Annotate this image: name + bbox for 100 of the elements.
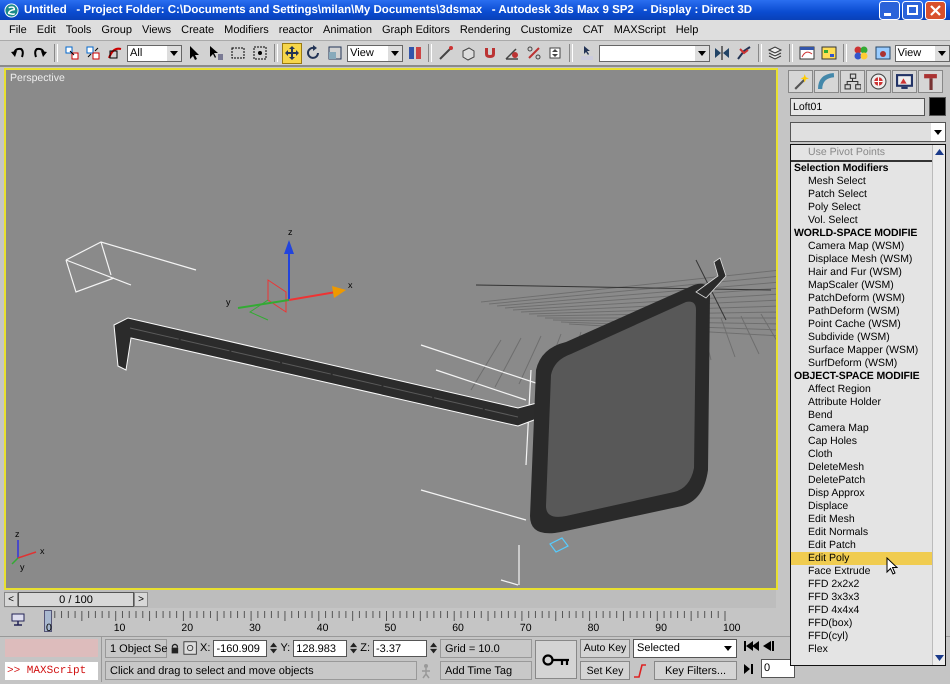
modifier-item[interactable]: Cloth	[791, 448, 932, 461]
modifier-item[interactable]: DeleteMesh	[791, 461, 932, 474]
toolbar-dropdown[interactable]: All	[127, 44, 182, 62]
menu-item[interactable]: Rendering	[454, 24, 516, 36]
move-button[interactable]	[282, 42, 302, 64]
frame-indicator[interactable]	[44, 610, 52, 632]
modifier-item[interactable]: Surface Mapper (WSM)	[791, 344, 932, 357]
coordinate-field[interactable]: 128.983	[293, 640, 348, 657]
dashed-rectangle-icon	[230, 45, 246, 61]
toolbar-dropdown[interactable]: View	[347, 44, 403, 62]
modifier-item[interactable]: FFD(box)	[791, 617, 932, 630]
hierarchy-icon	[844, 73, 861, 90]
frame-number: 60	[452, 622, 464, 634]
modifier-item[interactable]: FFD 3x3x3	[791, 591, 932, 604]
coordinate-field[interactable]: -3.37	[373, 640, 427, 657]
modifier-item[interactable]: FFD(cyl)	[791, 630, 932, 643]
modifier-item[interactable]: Patch Select	[791, 188, 932, 201]
modifier-item[interactable]: Poly Select	[791, 201, 932, 214]
scroll-down-icon[interactable]	[934, 655, 944, 661]
command-tab[interactable]	[840, 70, 865, 93]
modifier-item[interactable]: Point Cache (WSM)	[791, 318, 932, 331]
track-bar-toggle-icon[interactable]	[10, 612, 26, 628]
modifier-item[interactable]: Affect Region	[791, 383, 932, 396]
coordinate-field[interactable]: -160.909	[213, 640, 268, 657]
time-slider-thumb[interactable]: 0 / 100	[18, 592, 134, 606]
menu-item[interactable]: reactor	[274, 24, 318, 36]
modifier-item[interactable]: Camera Map	[791, 422, 932, 435]
frame-number: 100	[723, 622, 741, 634]
menu-item[interactable]: Help	[670, 24, 704, 36]
modifier-item[interactable]: FFD 2x2x2	[791, 578, 932, 591]
spinner-icon[interactable]	[350, 641, 358, 656]
key-filters-button[interactable]: Key Filters...	[654, 661, 737, 680]
maxscript-listener-field[interactable]: >> MAXScript	[5, 662, 98, 680]
menu-item[interactable]: Views	[136, 24, 176, 36]
modifier-item[interactable]: Displace Mesh (WSM)	[791, 253, 932, 266]
time-slider-track[interactable]: < 0 / 100 >	[4, 590, 776, 608]
modifier-item[interactable]: MapScaler (WSM)	[791, 279, 932, 292]
object-name-field[interactable]: Loft01	[790, 98, 925, 116]
previous-frame-icon[interactable]	[763, 641, 775, 651]
modifier-item[interactable]: Attribute Holder	[791, 396, 932, 409]
menu-item[interactable]: Create	[176, 24, 220, 36]
modifier-item[interactable]: DeletePatch	[791, 474, 932, 487]
add-time-tag-button[interactable]: Add Time Tag	[440, 661, 532, 680]
previous-frame-button[interactable]: <	[4, 592, 18, 606]
modifier-item[interactable]: Subdivide (WSM)	[791, 331, 932, 344]
spinner-icon[interactable]	[430, 641, 437, 656]
menu-item[interactable]: CAT	[578, 24, 609, 36]
current-frame-field[interactable]: 0	[761, 659, 795, 678]
modifier-item[interactable]: Cap Holes	[791, 435, 932, 448]
go-to-start-icon[interactable]	[744, 641, 760, 651]
modifier-item[interactable]: Hair and Fur (WSM)	[791, 266, 932, 279]
toolbar-dropdown[interactable]	[599, 44, 710, 62]
modifier-item[interactable]: Vol. Select	[791, 214, 932, 227]
modifier-item[interactable]: Camera Map (WSM)	[791, 240, 932, 253]
menu-item[interactable]: Tools	[60, 24, 96, 36]
modifier-item[interactable]: PathDeform (WSM)	[791, 305, 932, 318]
modifier-item[interactable]: Edit Normals	[791, 526, 932, 539]
command-tab[interactable]	[788, 70, 813, 93]
object-color-swatch[interactable]	[929, 97, 946, 116]
modifier-item[interactable]: Flex	[791, 643, 932, 656]
menu-item[interactable]: File	[4, 24, 32, 36]
modifier-item[interactable]: Displace	[791, 500, 932, 513]
scrollbar[interactable]	[932, 145, 945, 665]
menu-item[interactable]: Customize	[516, 24, 578, 36]
menu-item[interactable]: Modifiers	[219, 24, 274, 36]
listener-output-field[interactable]	[5, 639, 98, 658]
modifier-list-dropdown[interactable]	[790, 122, 946, 142]
modifier-item[interactable]: Bend	[791, 409, 932, 422]
toolbar-dropdown[interactable]: View	[894, 44, 950, 62]
modifier-item[interactable]: PatchDeform (WSM)	[791, 292, 932, 305]
maximize-icon[interactable]	[902, 0, 923, 20]
modifier-item[interactable]: Disp Approx	[791, 487, 932, 500]
menu-item[interactable]: Animation	[318, 24, 377, 36]
category-header: WORLD-SPACE MODIFIE	[793, 227, 918, 240]
close-icon[interactable]	[925, 0, 946, 20]
frame-number: 80	[588, 622, 600, 634]
scroll-up-icon[interactable]	[934, 149, 944, 155]
menu-item[interactable]: Graph Editors	[376, 24, 455, 36]
transform-mode-icon[interactable]	[182, 640, 198, 656]
modifier-item[interactable]: Edit Patch	[791, 539, 932, 552]
set-key-button[interactable]: Set Key	[580, 661, 630, 680]
command-tab[interactable]	[866, 70, 891, 93]
minimize-icon[interactable]	[879, 0, 900, 20]
key-mode-dropdown[interactable]: Selected	[633, 638, 737, 658]
menu-item[interactable]: MAXScript	[608, 24, 671, 36]
modifier-item[interactable]: Edit Mesh	[791, 513, 932, 526]
spinner-icon[interactable]	[270, 641, 278, 656]
menu-item[interactable]: Edit	[32, 24, 61, 36]
command-tab[interactable]	[918, 70, 943, 93]
next-frame-button[interactable]: >	[134, 592, 148, 606]
menu-item[interactable]: Group	[96, 24, 137, 36]
modifier-item[interactable]: Edit Poly	[791, 552, 932, 565]
lock-icon[interactable]	[170, 642, 180, 655]
auto-key-button[interactable]: Auto Key	[580, 638, 630, 658]
modifier-item[interactable]: SurfDeform (WSM)	[791, 357, 932, 370]
command-tab[interactable]	[892, 70, 917, 93]
set-key-toggle[interactable]	[535, 640, 577, 679]
modifier-item[interactable]: FFD 4x4x4	[791, 604, 932, 617]
modifier-item[interactable]: Mesh Select	[791, 175, 932, 188]
modifier-item[interactable]: Face Extrude	[791, 565, 932, 578]
